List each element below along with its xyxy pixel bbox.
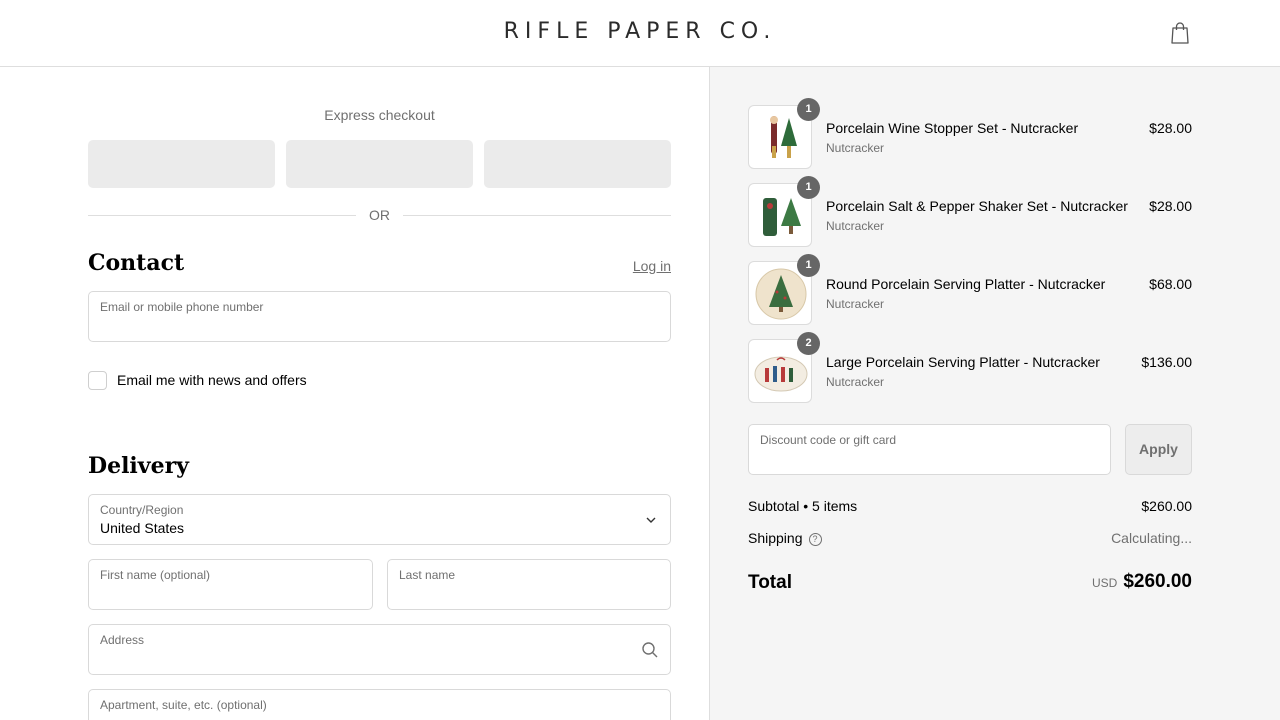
item-name: Porcelain Wine Stopper Set - Nutcracker (826, 120, 1079, 136)
country-label: Country/Region (100, 503, 184, 517)
total-label: Total (748, 572, 792, 593)
item-price: $28.00 (1149, 120, 1192, 136)
item-variant: Nutcracker (826, 297, 885, 311)
first-name-field[interactable]: First name (optional) (88, 559, 373, 610)
shipping-value: Calculating... (1111, 530, 1192, 546)
country-select[interactable]: Country/Region United States (88, 494, 671, 545)
last-name-placeholder: Last name (399, 568, 456, 582)
quantity-badge: 1 (797, 254, 820, 277)
shipping-label-group: Shipping? (748, 530, 822, 546)
address-field[interactable]: Address (88, 624, 671, 675)
item-name: Large Porcelain Serving Platter - Nutcra… (826, 354, 1100, 370)
express-pay-button-2[interactable] (286, 140, 473, 188)
total-value-group: USD $260.00 (1092, 571, 1192, 593)
express-checkout-title: Express checkout (324, 107, 435, 123)
quantity-badge: 2 (797, 332, 820, 355)
address-placeholder: Address (100, 633, 145, 647)
last-name-field[interactable]: Last name (387, 559, 671, 610)
or-divider: OR (88, 207, 671, 223)
search-icon[interactable] (641, 641, 659, 659)
product-thumbnail: 1 (748, 98, 820, 169)
product-thumbnail: 2 (748, 332, 820, 403)
country-value: United States (100, 520, 185, 536)
item-price: $136.00 (1141, 354, 1192, 370)
subtotal-row: Subtotal • 5 items $260.00 (748, 498, 1192, 518)
shipping-label: Shipping (748, 530, 803, 546)
subtotal-label: Subtotal • 5 items (748, 498, 858, 514)
item-variant: Nutcracker (826, 219, 885, 233)
help-icon[interactable]: ? (808, 533, 822, 546)
total-row: Total USD $260.00 (748, 571, 1192, 597)
express-pay-button-3[interactable] (484, 140, 671, 188)
brand-logo[interactable]: RIFLE PAPER CO. (0, 19, 1280, 44)
item-variant: Nutcracker (826, 375, 885, 389)
apartment-placeholder: Apartment, suite, etc. (optional) (100, 698, 267, 712)
news-offers-checkbox[interactable] (88, 371, 107, 390)
apartment-field[interactable]: Apartment, suite, etc. (optional) (88, 689, 671, 720)
shopping-bag-icon[interactable] (1168, 20, 1192, 46)
or-label: OR (369, 207, 390, 223)
first-name-placeholder: First name (optional) (100, 568, 211, 582)
item-price: $28.00 (1149, 198, 1192, 214)
express-pay-button-1[interactable] (88, 140, 275, 188)
delivery-heading: Delivery (88, 453, 189, 479)
item-price: $68.00 (1149, 276, 1192, 292)
total-value: $260.00 (1123, 571, 1192, 592)
subtotal-value: $260.00 (1141, 498, 1192, 514)
checkout-form-panel: Express checkout OR Contact Log in Email… (0, 67, 709, 720)
product-thumbnail: 1 (748, 254, 820, 325)
chevron-down-icon (646, 517, 656, 523)
shipping-row: Shipping? Calculating... (748, 530, 1192, 550)
product-thumbnail: 1 (748, 176, 820, 247)
contact-heading: Contact (88, 250, 185, 276)
currency-code: USD (1091, 576, 1118, 590)
item-name: Round Porcelain Serving Platter - Nutcra… (826, 276, 1106, 292)
discount-code-field[interactable]: Discount code or gift card (748, 424, 1111, 475)
site-header: RIFLE PAPER CO. (0, 0, 1280, 67)
apply-button[interactable]: Apply (1125, 424, 1192, 475)
email-field-placeholder: Email or mobile phone number (100, 300, 264, 314)
cart-item: 1 Porcelain Salt & Pepper Shaker Set - N… (748, 176, 1192, 247)
cart-item: 2 Large Porcelain Serving Platter - Nutc… (748, 332, 1192, 403)
cart-item: 1 Porcelain Wine Stopper Set - Nutcracke… (748, 98, 1192, 169)
item-name: Porcelain Salt & Pepper Shaker Set - Nut… (826, 198, 1128, 214)
email-field[interactable]: Email or mobile phone number (88, 291, 671, 342)
cart-item: 1 Round Porcelain Serving Platter - Nutc… (748, 254, 1192, 325)
item-variant: Nutcracker (826, 141, 885, 155)
discount-placeholder: Discount code or gift card (760, 433, 897, 447)
quantity-badge: 1 (797, 98, 820, 121)
news-offers-label: Email me with news and offers (117, 372, 307, 388)
order-summary-panel: 1 Porcelain Wine Stopper Set - Nutcracke… (710, 67, 1280, 720)
quantity-badge: 1 (797, 176, 820, 199)
log-in-link[interactable]: Log in (633, 258, 671, 274)
